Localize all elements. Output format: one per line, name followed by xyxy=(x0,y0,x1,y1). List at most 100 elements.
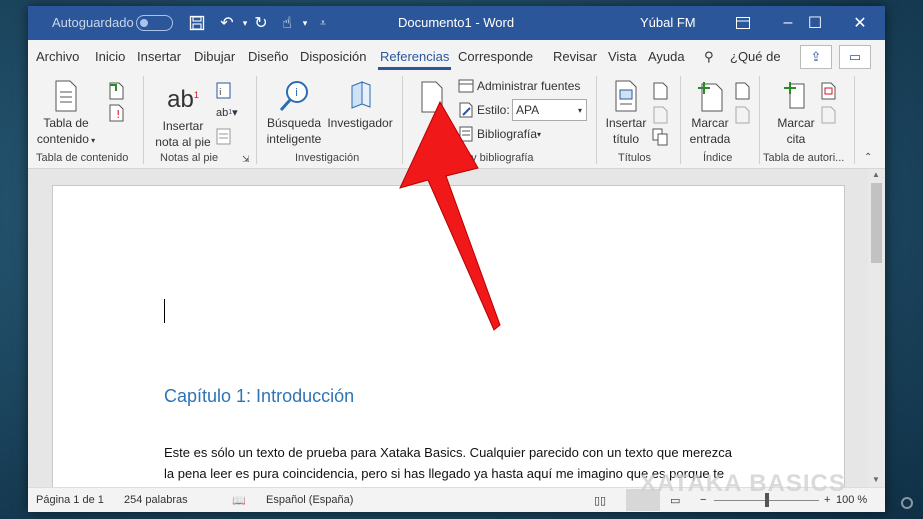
svg-text:!: ! xyxy=(116,108,120,121)
researcher-label: Investigador xyxy=(327,116,393,130)
tab-correspondencia[interactable]: Corresponde xyxy=(458,49,533,64)
tab-ayuda[interactable]: Ayuda xyxy=(648,49,685,64)
maximize-icon[interactable]: ☐ xyxy=(792,6,838,40)
update-table-authorities-icon[interactable] xyxy=(820,106,836,124)
show-notes-icon[interactable] xyxy=(216,128,232,146)
update-table-icon[interactable]: ! xyxy=(108,104,124,122)
bibliography-icon xyxy=(459,126,473,142)
mark-citation-label-2: cita xyxy=(786,132,806,146)
researcher-button[interactable]: Investigador xyxy=(326,80,394,131)
scroll-down-icon[interactable]: ▼ xyxy=(872,475,880,484)
mark-citation-icon xyxy=(784,82,805,109)
add-text-icon[interactable] xyxy=(108,82,124,100)
mark-entry-label-1: Marcar xyxy=(691,116,729,130)
cross-reference-icon[interactable] xyxy=(652,128,668,146)
style-select[interactable]: APA ▾ xyxy=(512,99,587,121)
tab-inicio[interactable]: Inicio xyxy=(95,49,125,64)
mark-entry-button[interactable]: Marcar entrada xyxy=(684,80,736,147)
style-label: Estilo: xyxy=(477,103,510,117)
manage-sources-button[interactable]: Administrar fuentes xyxy=(458,78,580,94)
ribbon-tabs: Archivo Inicio Insertar Dibujar Diseño D… xyxy=(28,40,885,72)
footnote-label-2: nota al pie xyxy=(155,135,211,149)
scrollbar-thumb[interactable] xyxy=(871,183,882,263)
comments-icon[interactable]: ▭ xyxy=(839,45,871,69)
insert-table-figures-icon[interactable] xyxy=(652,82,668,100)
close-icon[interactable]: ✕ xyxy=(837,6,883,40)
style-row: Estilo: xyxy=(458,102,510,118)
document-page[interactable]: Capítulo 1: Introducción Este es sólo un… xyxy=(52,185,845,495)
next-footnote-icon[interactable]: ab 1 ▾ xyxy=(216,106,238,120)
group-notas-pie: Notas al pie xyxy=(160,152,219,164)
tab-archivo[interactable]: Archivo xyxy=(36,49,79,64)
chevron-down-icon: ▾ xyxy=(577,105,582,115)
vertical-scrollbar[interactable]: ▲ ▼ xyxy=(868,169,885,487)
tab-dibujar[interactable]: Dibujar xyxy=(194,49,235,64)
style-value: APA xyxy=(516,103,540,117)
group-citas: Citas y bibliografía xyxy=(443,152,534,164)
share-icon[interactable]: ⇪ xyxy=(800,45,832,69)
table-of-contents-icon xyxy=(55,80,77,112)
mark-citation-button[interactable]: Marcar cita xyxy=(766,80,826,147)
insert-citation-icon[interactable] xyxy=(418,80,446,114)
insert-index-icon[interactable] xyxy=(734,82,750,100)
customize-qat-icon[interactable]: ⩡ xyxy=(312,12,334,34)
manage-sources-label: Administrar fuentes xyxy=(477,79,581,93)
researcher-book-icon xyxy=(351,81,371,109)
corner-logo-icon xyxy=(901,497,913,509)
smart-lookup-label-2: inteligente xyxy=(266,132,322,146)
group-indice: Índice xyxy=(703,152,733,164)
page-count[interactable]: Página 1 de 1 xyxy=(36,494,104,506)
insert-footnote-button[interactable]: ab1 Insertar nota al pie xyxy=(152,80,214,150)
word-count[interactable]: 254 palabras xyxy=(124,494,188,506)
tell-me-input[interactable]: ¿Qué de xyxy=(730,49,781,64)
group-tabla-autoridades: Tabla de autori... xyxy=(763,152,845,164)
toc-button[interactable]: Tabla de contenido ▾ xyxy=(36,80,96,149)
watermark-logo: XATAKA BASICS xyxy=(640,470,846,497)
redo-icon[interactable]: ↻ xyxy=(250,12,272,34)
smart-lookup-icon: i xyxy=(279,81,308,112)
manage-sources-icon xyxy=(458,79,474,93)
smart-lookup-button[interactable]: i Búsqueda inteligente xyxy=(264,80,324,147)
proofing-icon[interactable]: 📖 xyxy=(232,494,246,507)
update-index-icon[interactable] xyxy=(734,106,750,124)
scroll-up-icon[interactable]: ▲ xyxy=(872,170,880,179)
insert-table-authorities-icon[interactable] xyxy=(820,82,836,100)
document-title: Documento1 - Word xyxy=(398,15,515,30)
lightbulb-search-icon[interactable]: ⚲ xyxy=(704,49,714,65)
collapse-ribbon-icon[interactable]: ⌃ xyxy=(864,152,872,163)
caption-label-1: Insertar xyxy=(605,116,647,130)
group-titulos: Títulos xyxy=(618,152,652,164)
chapter-heading[interactable]: Capítulo 1: Introducción xyxy=(164,386,354,407)
toc-label-2: contenido xyxy=(36,132,89,146)
tab-referencias[interactable]: Referencias xyxy=(377,49,452,70)
title-bar: Autoguardado ↶ ▾ ↻ ☝ ▾ ⩡ Documento1 - Wo… xyxy=(28,6,885,40)
update-table-figures-icon[interactable] xyxy=(652,106,668,124)
tab-revisar[interactable]: Revisar xyxy=(553,49,597,64)
dialog-launcher-icon[interactable]: ⇲ xyxy=(242,154,250,165)
bibliography-label: Bibliografía xyxy=(477,127,538,141)
mark-entry-icon xyxy=(698,82,723,112)
autosave-toggle[interactable] xyxy=(136,15,173,31)
tab-vista[interactable]: Vista xyxy=(608,49,637,64)
language[interactable]: Español (España) xyxy=(266,494,353,506)
insert-caption-button[interactable]: Insertar título xyxy=(602,80,650,147)
footnote-label-1: Insertar xyxy=(162,119,204,133)
svg-text:i: i xyxy=(295,86,298,99)
ribbon-display-icon[interactable] xyxy=(723,6,763,40)
tab-insertar[interactable]: Insertar xyxy=(137,49,181,64)
document-area: Capítulo 1: Introducción Este es sólo un… xyxy=(28,169,885,495)
tab-disposicion[interactable]: Disposición xyxy=(300,49,366,64)
style-icon xyxy=(459,102,473,118)
group-tabla-contenido: Tabla de contenido xyxy=(36,152,129,164)
text-cursor xyxy=(164,299,165,323)
save-icon[interactable] xyxy=(186,12,208,34)
user-name[interactable]: Yúbal FM xyxy=(640,15,696,30)
read-mode-icon[interactable]: ▯▯ xyxy=(594,494,606,507)
svg-text:i: i xyxy=(219,88,222,98)
mark-entry-label-2: entrada xyxy=(689,132,731,146)
insert-endnote-icon[interactable]: i xyxy=(216,82,232,100)
bibliography-button[interactable]: Bibliografía ▾ xyxy=(458,126,541,142)
tab-diseno[interactable]: Diseño xyxy=(248,49,288,64)
ribbon-references: Tabla de contenido ▾ ! Tabla de contenid… xyxy=(28,72,885,169)
group-investigacion: Investigación xyxy=(295,152,360,164)
